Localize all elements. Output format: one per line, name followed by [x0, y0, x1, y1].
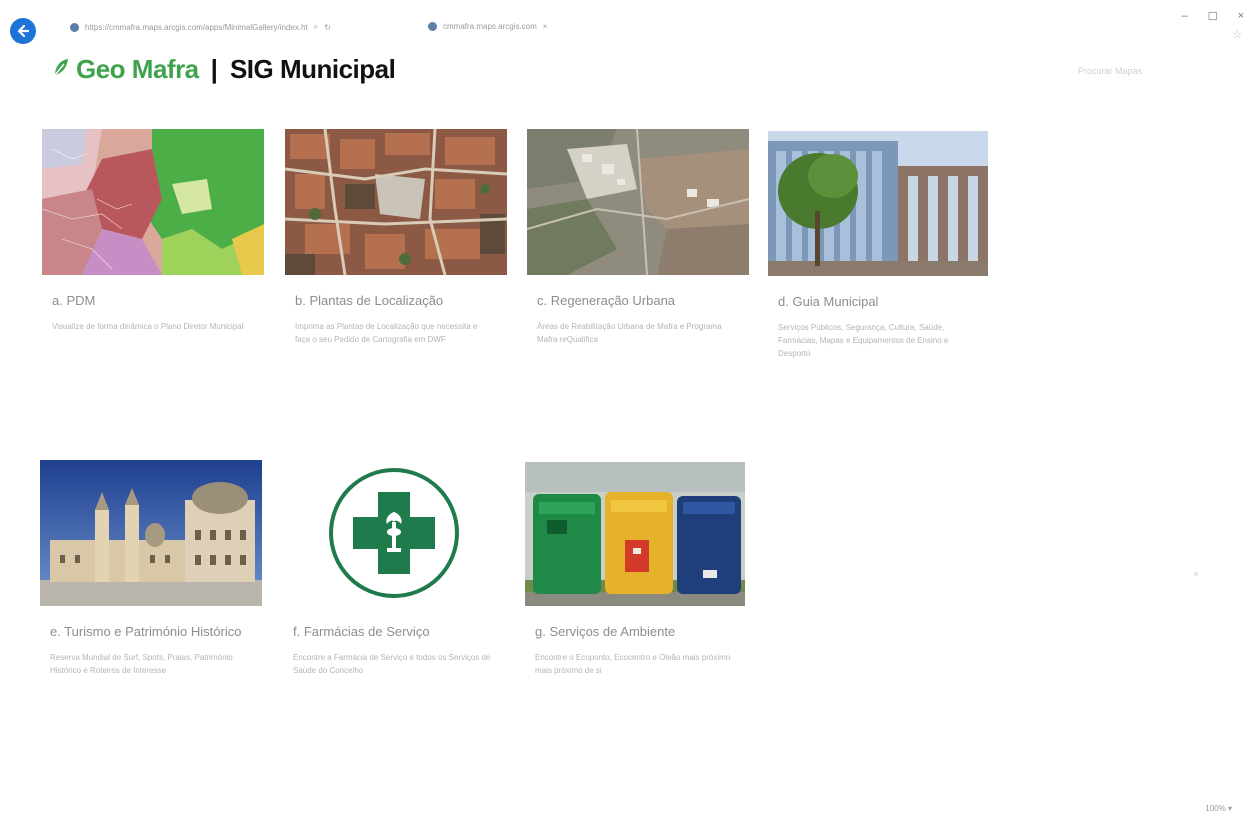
card-thumbnail[interactable]	[42, 129, 264, 275]
zoom-value: 100%	[1205, 804, 1226, 813]
refresh-icon[interactable]: ↻	[324, 23, 331, 32]
palace-photo-thumbnail	[40, 460, 262, 606]
gallery-card-regeneracao[interactable]: c. Regeneração Urbana Áreas de Reabilita…	[527, 129, 749, 346]
brand-secondary: SIG Municipal	[229, 54, 396, 84]
card-title[interactable]: d. Guia Municipal	[768, 292, 990, 311]
card-title[interactable]: c. Regeneração Urbana	[527, 291, 749, 310]
tab-title: cmmafra.maps.arcgis.com	[443, 22, 537, 31]
card-title[interactable]: f. Farmácias de Serviço	[283, 622, 505, 641]
card-thumbnail[interactable]	[283, 460, 505, 606]
card-description: Reserva Mundial de Surf, Spots, Praias, …	[50, 653, 233, 675]
close-window-icon[interactable]: ×	[1238, 10, 1244, 23]
card-description: Imprima as Plantas de Localização que ne…	[295, 322, 478, 344]
gallery-card-turismo[interactable]: e. Turismo e Património Histórico Reserv…	[40, 460, 262, 677]
card-thumbnail[interactable]	[768, 131, 988, 276]
favorites-icon[interactable]: ☆	[1232, 28, 1242, 41]
card-title[interactable]: g. Serviços de Ambiente	[525, 622, 747, 641]
card-description: Serviços Públicos, Segurança, Cultura, S…	[778, 323, 949, 358]
address-text: https://cmmafra.maps.arcgis.com/apps/Min…	[85, 22, 308, 32]
aerial-city-thumbnail	[285, 129, 507, 275]
card-thumbnail[interactable]	[285, 129, 507, 275]
brand-logo[interactable]: Geo Mafra | SIG Municipal	[52, 54, 396, 85]
card-thumbnail[interactable]	[527, 129, 749, 275]
pdm-map-thumbnail	[42, 129, 264, 275]
address-bar[interactable]: https://cmmafra.maps.arcgis.com/apps/Min…	[70, 22, 331, 32]
card-title[interactable]: b. Plantas de Localização	[285, 291, 507, 310]
maximize-icon[interactable]: ☐	[1208, 10, 1218, 23]
leaf-icon	[52, 57, 70, 83]
search-icon[interactable]: ⌕	[314, 22, 318, 32]
brand-separator: |	[210, 54, 218, 84]
globe-icon	[70, 22, 79, 32]
card-title[interactable]: a. PDM	[42, 291, 264, 310]
globe-icon	[428, 22, 437, 31]
aerial-town-thumbnail	[527, 129, 749, 275]
gallery-card-plantas[interactable]: b. Plantas de Localização Imprima as Pla…	[285, 129, 507, 346]
arrow-left-icon	[17, 24, 30, 38]
card-description: Visualize de forma dinâmica o Plano Dire…	[52, 322, 244, 331]
brand-primary: Geo Mafra	[76, 54, 199, 84]
gallery-card-farmacias[interactable]: f. Farmácias de Serviço Encontre a Farmá…	[283, 460, 505, 677]
building-photo-thumbnail	[768, 131, 988, 276]
close-tab-icon[interactable]: ×	[543, 22, 548, 31]
pharmacy-cross-icon	[283, 460, 505, 606]
card-description: Áreas de Reabilitação Urbana de Mafra e …	[537, 322, 722, 344]
card-title[interactable]: e. Turismo e Património Histórico	[40, 622, 262, 641]
card-thumbnail[interactable]	[40, 460, 262, 606]
recycling-bins-thumbnail	[525, 462, 745, 606]
window-controls: – ☐ ×	[1182, 10, 1244, 23]
gallery-card-guia-municipal[interactable]: d. Guia Municipal Serviços Públicos, Seg…	[768, 131, 990, 360]
header-search-link[interactable]: Procurar Mapas	[1078, 66, 1142, 76]
back-button[interactable]	[10, 18, 36, 44]
zoom-level[interactable]: 100% ▾	[1205, 804, 1232, 813]
browser-tab[interactable]: cmmafra.maps.arcgis.com ×	[428, 22, 547, 31]
scroll-indicator	[1194, 572, 1198, 576]
gallery-card-ambiente[interactable]: g. Serviços de Ambiente Encontre o Ecopo…	[525, 462, 747, 677]
minimize-icon[interactable]: –	[1182, 10, 1188, 23]
page: https://cmmafra.maps.arcgis.com/apps/Min…	[0, 0, 1258, 819]
card-thumbnail[interactable]	[525, 462, 745, 606]
card-description: Encontre a Farmácia de Serviço e todos o…	[293, 653, 491, 675]
gallery-card-pdm[interactable]: a. PDM Visualize de forma dinâmica o Pla…	[42, 129, 264, 333]
card-description: Encontre o Ecoponto, Ecocentro e Oleão m…	[535, 653, 731, 675]
